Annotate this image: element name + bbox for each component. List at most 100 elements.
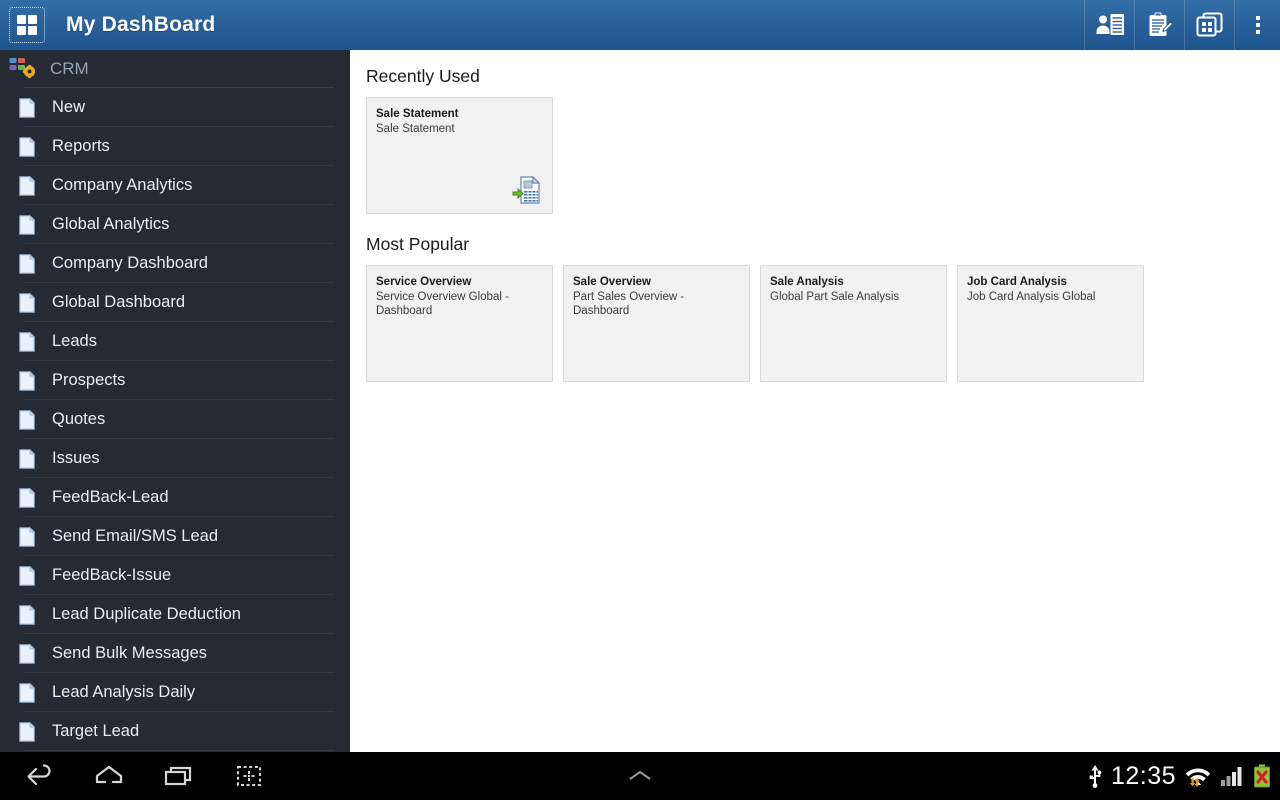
sidebar-item-label: Send Email/SMS Lead: [52, 527, 219, 545]
card-subtitle: Job Card Analysis Global: [967, 291, 1096, 303]
sidebar-item-label: Prospects: [52, 371, 126, 389]
sidebar-item-reports[interactable]: Reports: [0, 127, 350, 166]
overflow-menu-icon[interactable]: [1234, 0, 1280, 50]
sidebar-item-label: Company Dashboard: [52, 254, 208, 272]
back-icon[interactable]: [22, 764, 56, 788]
document-page-icon: [19, 526, 35, 547]
sidebar-item-quotes[interactable]: Quotes: [0, 400, 350, 439]
system-nav-buttons: [22, 764, 266, 788]
document-page-icon: [19, 97, 35, 118]
sidebar-item-new[interactable]: New: [0, 88, 350, 127]
card-title: Job Card Analysis: [967, 276, 1067, 288]
sidebar-item-leads[interactable]: Leads: [0, 322, 350, 361]
sidebar-item-label: Global Dashboard: [52, 293, 185, 311]
sidebar-item-prospects[interactable]: Prospects: [0, 361, 350, 400]
document-page-icon: [19, 175, 35, 196]
sidebar-item-label: Leads: [52, 332, 97, 350]
document-page-icon: [19, 370, 35, 391]
recents-icon[interactable]: [162, 764, 196, 788]
card-subtitle: Service Overview Global - Dashboard: [376, 291, 509, 317]
card-subtitle: Part Sales Overview - Dashboard: [573, 291, 685, 317]
clipboard-edit-icon[interactable]: [1134, 0, 1184, 50]
home-icon[interactable]: [92, 764, 126, 788]
document-page-icon: [19, 604, 35, 625]
document-page-icon: [19, 409, 35, 430]
sidebar-item-label: FeedBack-Issue: [52, 566, 172, 584]
sidebar-group-label: CRM: [50, 59, 89, 78]
sidebar-item-label: Issues: [52, 449, 100, 467]
dashboard-card[interactable]: Service Overview Service Overview Global …: [366, 265, 553, 382]
sidebar-item-label: FeedBack-Lead: [52, 488, 169, 506]
sidebar-item-global-analytics[interactable]: Global Analytics: [0, 205, 350, 244]
dashboard-card[interactable]: Job Card Analysis Job Card Analysis Globa…: [957, 265, 1144, 382]
recently-used-card-row: Sale Statement Sale Statement: [366, 97, 1280, 214]
most-popular-title: Most Popular: [366, 234, 470, 254]
card-title: Sale Overview: [573, 276, 651, 288]
sidebar-item-label: Company Analytics: [52, 176, 193, 194]
sidebar-item-label: Lead Duplicate Deduction: [52, 605, 241, 623]
screenshot-icon[interactable]: [232, 764, 266, 788]
card-subtitle: Global Part Sale Analysis: [770, 291, 900, 303]
app-bar: My DashBoard: [0, 0, 1280, 50]
sidebar-item-label: Quotes: [52, 410, 106, 428]
document-page-icon: [19, 292, 35, 313]
document-page-icon: [19, 253, 35, 274]
most-popular-section: Most Popular Service Overview Service Ove…: [366, 234, 1280, 382]
document-page-icon: [19, 565, 35, 586]
sidebar-item-lead-analysis-daily[interactable]: Lead Analysis Daily: [0, 673, 350, 712]
sidebar-item-issues[interactable]: Issues: [0, 439, 350, 478]
card-subtitle: Sale Statement: [376, 123, 455, 135]
app-bar-actions: [1084, 0, 1280, 50]
sidebar-item-label: Target Lead: [52, 722, 140, 740]
sidebar-item-send-email-sms-lead[interactable]: Send Email/SMS Lead: [0, 517, 350, 556]
usb-icon: [1087, 763, 1103, 789]
sidebar-item-label: New: [52, 98, 86, 116]
document-page-icon: [19, 136, 35, 157]
grid-2x2-glyph: [17, 15, 37, 35]
sidebar-item-feedback-issue[interactable]: FeedBack-Issue: [0, 556, 350, 595]
sidebar-item-label: Send Bulk Messages: [52, 644, 208, 662]
document-page-icon: [19, 643, 35, 664]
sidebar-item-company-analytics[interactable]: Company Analytics: [0, 166, 350, 205]
sidebar-group-crm[interactable]: CRM: [0, 50, 350, 88]
most-popular-card-row: Service Overview Service Overview Global …: [366, 265, 1280, 382]
sidebar-item-label: Lead Analysis Daily: [52, 683, 196, 701]
sidebar-nav-list: New Reports Company Analytics Global Analyt…: [0, 88, 350, 751]
crm-modules-gear-icon: [9, 57, 37, 81]
system-navigation-bar: 12:35: [0, 752, 1280, 800]
apps-grid-icon[interactable]: [1184, 0, 1234, 50]
status-area[interactable]: 12:35: [1087, 762, 1272, 791]
status-clock: 12:35: [1110, 761, 1176, 790]
dashboard-card[interactable]: Sale Overview Part Sales Overview - Dashb…: [563, 265, 750, 382]
overflow-dots-glyph: [1255, 16, 1260, 34]
contact-list-icon[interactable]: [1084, 0, 1134, 50]
sidebar-item-send-bulk-messages[interactable]: Send Bulk Messages: [0, 634, 350, 673]
sidebar-item-lead-duplicate-deduction[interactable]: Lead Duplicate Deduction: [0, 595, 350, 634]
sidebar: CRM New Reports Company Analytics Global An…: [0, 50, 350, 752]
main-content: Recently Used Sale Statement Sale Statem…: [350, 50, 1280, 752]
document-page-icon: [19, 721, 35, 742]
wifi-transfer-icon: [1184, 763, 1212, 789]
page-title: My DashBoard: [66, 13, 216, 36]
sidebar-item-target-lead[interactable]: Target Lead: [0, 712, 350, 751]
card-title: Sale Statement: [376, 108, 459, 120]
app-root: My DashBoard CRM New Reports Company Ana…: [0, 0, 1280, 800]
card-title: Service Overview: [376, 276, 472, 288]
spreadsheet-export-icon: [512, 175, 544, 205]
sidebar-item-global-dashboard[interactable]: Global Dashboard: [0, 283, 350, 322]
sidebar-item-company-dashboard[interactable]: Company Dashboard: [0, 244, 350, 283]
grid-2x2-icon[interactable]: [9, 7, 45, 43]
battery-error-icon: [1252, 763, 1272, 789]
sidebar-item-label: Reports: [52, 137, 110, 155]
sidebar-item-feedback-lead[interactable]: FeedBack-Lead: [0, 478, 350, 517]
dashboard-card[interactable]: Sale Analysis Global Part Sale Analysis: [760, 265, 947, 382]
body-container: CRM New Reports Company Analytics Global An…: [0, 50, 1280, 752]
recently-used-section: Recently Used Sale Statement Sale Statem…: [366, 66, 1280, 214]
cellular-signal-icon: [1220, 763, 1244, 789]
recently-used-title: Recently Used: [366, 66, 480, 86]
dashboard-card[interactable]: Sale Statement Sale Statement: [366, 97, 553, 214]
document-page-icon: [19, 448, 35, 469]
document-page-icon: [19, 214, 35, 235]
document-page-icon: [19, 487, 35, 508]
document-page-icon: [19, 682, 35, 703]
